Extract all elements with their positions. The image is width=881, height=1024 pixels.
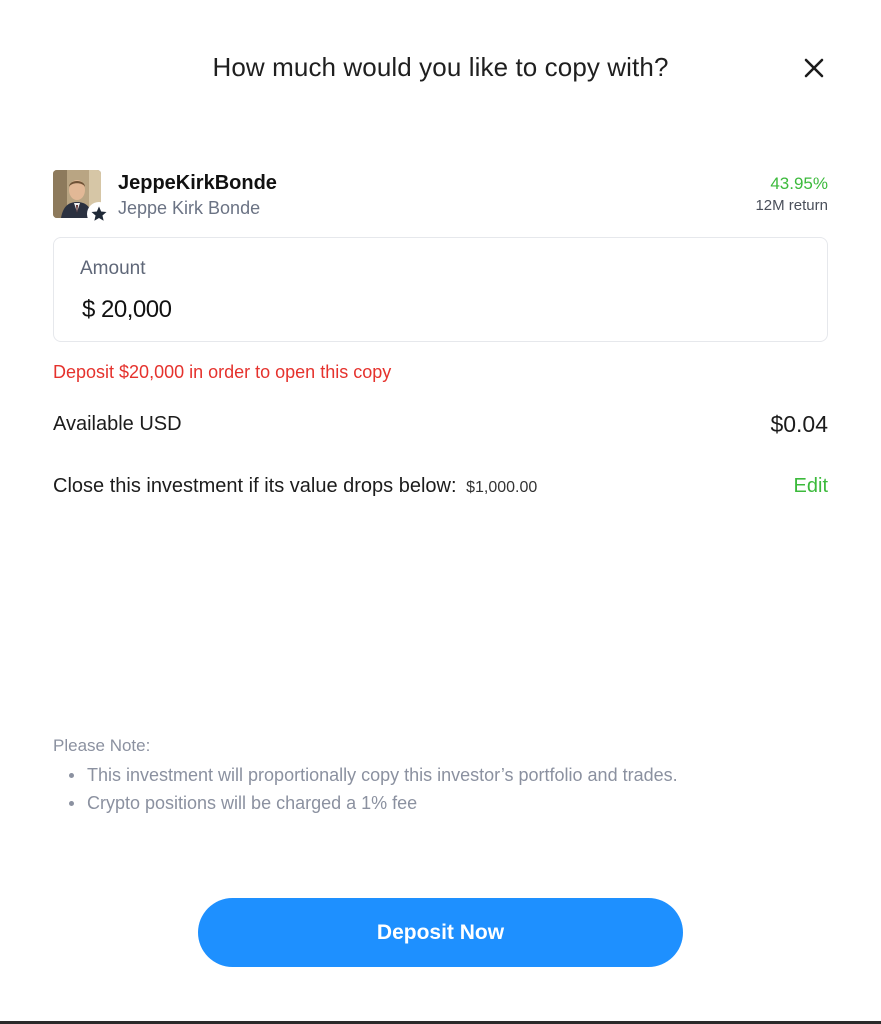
return-value: 43.95% bbox=[770, 174, 828, 193]
note-section: Please Note: This investment will propor… bbox=[53, 736, 828, 817]
stop-loss-row: Close this investment if its value drops… bbox=[53, 475, 828, 501]
stop-loss-label: Close this investment if its value drops… bbox=[53, 475, 457, 497]
copy-amount-modal: How much would you like to copy with? Je… bbox=[0, 0, 881, 1024]
note-item: Crypto positions will be charged a 1% fe… bbox=[69, 789, 828, 817]
star-icon bbox=[91, 206, 107, 221]
stop-loss-label-wrap: Close this investment if its value drops… bbox=[53, 475, 537, 498]
note-list: This investment will proportionally copy… bbox=[53, 761, 828, 817]
available-label: Available USD bbox=[53, 413, 182, 435]
close-icon bbox=[804, 58, 824, 78]
deposit-now-button[interactable]: Deposit Now bbox=[198, 898, 683, 967]
investor-username: JeppeKirkBonde bbox=[118, 172, 277, 194]
modal-title: How much would you like to copy with? bbox=[212, 52, 669, 82]
close-button[interactable] bbox=[798, 52, 830, 84]
note-item: This investment will proportionally copy… bbox=[69, 761, 828, 789]
available-value: $0.04 bbox=[770, 411, 828, 437]
investor-full-name: Jeppe Kirk Bonde bbox=[118, 198, 261, 218]
stop-loss-value: $1,000.00 bbox=[466, 479, 538, 496]
available-balance-row: Available USD $0.04 bbox=[53, 411, 828, 439]
investor-header[interactable]: JeppeKirkBonde Jeppe Kirk Bonde 43.95% 1… bbox=[53, 170, 828, 226]
edit-stop-loss-link[interactable]: Edit bbox=[794, 475, 828, 498]
star-badge bbox=[87, 202, 111, 226]
return-label: 12M return bbox=[755, 197, 828, 214]
deposit-error-message: Deposit $20,000 in order to open this co… bbox=[53, 362, 392, 382]
note-title: Please Note: bbox=[53, 736, 151, 755]
amount-field-container[interactable]: Amount bbox=[53, 237, 828, 342]
investor-avatar-wrapper bbox=[53, 170, 111, 226]
amount-input[interactable] bbox=[82, 292, 782, 328]
amount-label: Amount bbox=[80, 258, 146, 279]
